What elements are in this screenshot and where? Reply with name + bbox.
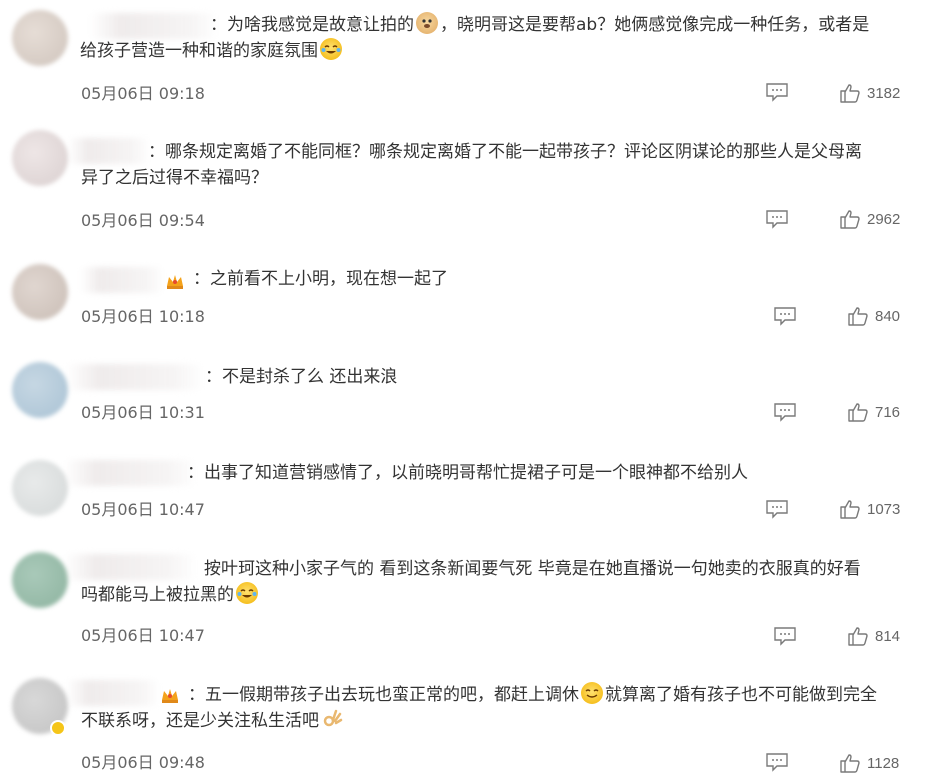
like-button[interactable]: 716 xyxy=(847,401,900,423)
verified-badge-icon xyxy=(50,720,66,736)
colon: ： xyxy=(148,142,165,162)
thumbs-up-icon xyxy=(848,403,868,422)
thumbs-up-icon xyxy=(848,627,868,646)
comment-icon xyxy=(774,307,796,326)
ok-hand-emoji-icon xyxy=(321,708,343,730)
comment-text-part: 不联系呀，还是少关注私生活吧 xyxy=(81,711,319,731)
crown-badge-icon xyxy=(160,686,180,704)
comment-icon xyxy=(766,500,788,519)
comment-time: 05月06日 10:18 xyxy=(81,307,205,326)
comment-text: ：出事了知道营销感情了，以前晓明哥帮忙提裙子可是一个眼神都不给别人 xyxy=(187,460,748,486)
avatar[interactable] xyxy=(12,264,68,320)
smile-emoji-icon xyxy=(581,682,603,704)
comment-text: 按叶珂这种小家子气的 看到这条新闻要气死 毕竟是在她直播说一句她卖的衣服真的好看… xyxy=(81,556,861,608)
comment-icon xyxy=(774,627,796,646)
avatar[interactable] xyxy=(12,460,68,516)
crying-laugh-emoji-icon xyxy=(236,582,258,604)
reply-button[interactable] xyxy=(773,306,797,326)
thumbs-up-icon xyxy=(840,754,860,773)
reply-button[interactable] xyxy=(765,752,789,772)
like-button[interactable]: 1073 xyxy=(839,498,900,520)
thumbs-up-icon xyxy=(840,84,860,103)
like-count: 716 xyxy=(875,403,901,421)
comment-text-part: 五一假期带孩子出去玩也蛮正常的吧，都赶上调休 xyxy=(205,685,579,705)
like-button[interactable]: 840 xyxy=(847,305,900,327)
crying-laugh-emoji-icon xyxy=(320,38,342,60)
doge-emoji-icon xyxy=(416,12,438,34)
like-count: 1128 xyxy=(867,754,900,772)
comment-text-line2: 吗都能马上被拉黑的 xyxy=(81,582,861,608)
comment-time: 05月06日 09:48 xyxy=(81,753,205,772)
colon: ： xyxy=(205,367,222,387)
comment-text: ：五一假期带孩子出去玩也蛮正常的吧，都赶上调休 就算离了婚有孩子也不可能做到完全… xyxy=(81,682,877,734)
reply-button[interactable] xyxy=(773,402,797,422)
username-blurred[interactable] xyxy=(90,13,215,39)
avatar[interactable] xyxy=(12,130,68,186)
comment-time: 05月06日 10:47 xyxy=(81,500,205,519)
comment-text: ：之前看不上小明，现在想一起了 xyxy=(193,266,448,292)
username-blurred[interactable] xyxy=(66,364,201,390)
like-button[interactable]: 1128 xyxy=(839,752,899,774)
reply-button[interactable] xyxy=(765,209,789,229)
like-button[interactable]: 814 xyxy=(847,625,900,647)
username-blurred[interactable] xyxy=(64,460,194,486)
colon: ： xyxy=(188,685,205,705)
comment-time: 05月06日 10:31 xyxy=(81,403,205,422)
comment-time: 05月06日 10:47 xyxy=(81,626,205,645)
username-blurred[interactable] xyxy=(64,554,194,580)
comment-text-part: 按叶珂这种小家子气的 看到这条新闻要气死 毕竟是在她直播说一句她卖的衣服真的好看 xyxy=(204,559,861,579)
thumbs-up-icon xyxy=(840,210,860,229)
comment-time: 05月06日 09:18 xyxy=(81,84,205,103)
comment-icon xyxy=(766,753,788,772)
comment-text-part: 给孩子营造一种和谐的家庭氛围 xyxy=(80,41,318,61)
username-blurred[interactable] xyxy=(66,680,158,706)
comment-icon xyxy=(766,210,788,229)
comment-text-part: 之前看不上小明，现在想一起了 xyxy=(210,269,448,289)
reply-button[interactable] xyxy=(765,499,789,519)
username-blurred[interactable] xyxy=(80,267,162,293)
comment-text-line2: 不联系呀，还是少关注私生活吧 xyxy=(81,708,877,734)
comment-text-part: 出事了知道营销感情了，以前晓明哥帮忙提裙子可是一个眼神都不给别人 xyxy=(204,463,748,483)
colon: ： xyxy=(210,15,227,35)
like-count: 1073 xyxy=(867,500,901,518)
reply-button[interactable] xyxy=(773,626,797,646)
like-count: 840 xyxy=(875,307,901,325)
comment-text-line2: 给孩子营造一种和谐的家庭氛围 xyxy=(80,38,869,64)
comment-text-part: 吗都能马上被拉黑的 xyxy=(81,585,234,605)
comment-text: ：哪条规定离婚了不能同框？哪条规定离婚了不能一起带孩子？评论区阴谋论的那些人是父… xyxy=(81,139,862,191)
comment-icon xyxy=(774,403,796,422)
comment-text-part: 就算离了婚有孩子也不可能做到完全 xyxy=(605,685,877,705)
comment-time: 05月06日 09:54 xyxy=(81,211,205,230)
reply-button[interactable] xyxy=(765,82,789,102)
like-button[interactable]: 2962 xyxy=(839,208,900,230)
comment-text: ：不是封杀了么 还出来浪 xyxy=(205,364,397,390)
comment-text-part: 为啥我感觉是故意让拍的 xyxy=(227,15,414,35)
like-button[interactable]: 3182 xyxy=(839,82,900,104)
colon: ： xyxy=(187,463,204,483)
thumbs-up-icon xyxy=(840,500,860,519)
comment-text-line2: 异了之后过得不幸福吗？ xyxy=(81,168,268,188)
thumbs-up-icon xyxy=(848,307,868,326)
crown-badge-icon xyxy=(165,272,185,290)
comment-text-part: 哪条规定离婚了不能同框？哪条规定离婚了不能一起带孩子？评论区阴谋论的那些人是父母… xyxy=(165,142,862,162)
avatar[interactable] xyxy=(12,10,68,66)
username-blurred[interactable] xyxy=(68,138,148,164)
avatar[interactable] xyxy=(12,362,68,418)
comment-text-part: 不是封杀了么 还出来浪 xyxy=(222,367,398,387)
colon: ： xyxy=(193,269,210,289)
like-count: 3182 xyxy=(867,84,901,102)
like-count: 814 xyxy=(875,627,901,645)
like-count: 2962 xyxy=(867,210,901,228)
comment-icon xyxy=(766,83,788,102)
comment-text-part: ，晓明哥这是要帮ab？她俩感觉像完成一种任务，或者是 xyxy=(440,15,870,35)
avatar[interactable] xyxy=(12,552,68,608)
comment-text: ：为啥我感觉是故意让拍的 ，晓明哥这是要帮ab？她俩感觉像完成一种任务，或者是 … xyxy=(80,12,870,64)
